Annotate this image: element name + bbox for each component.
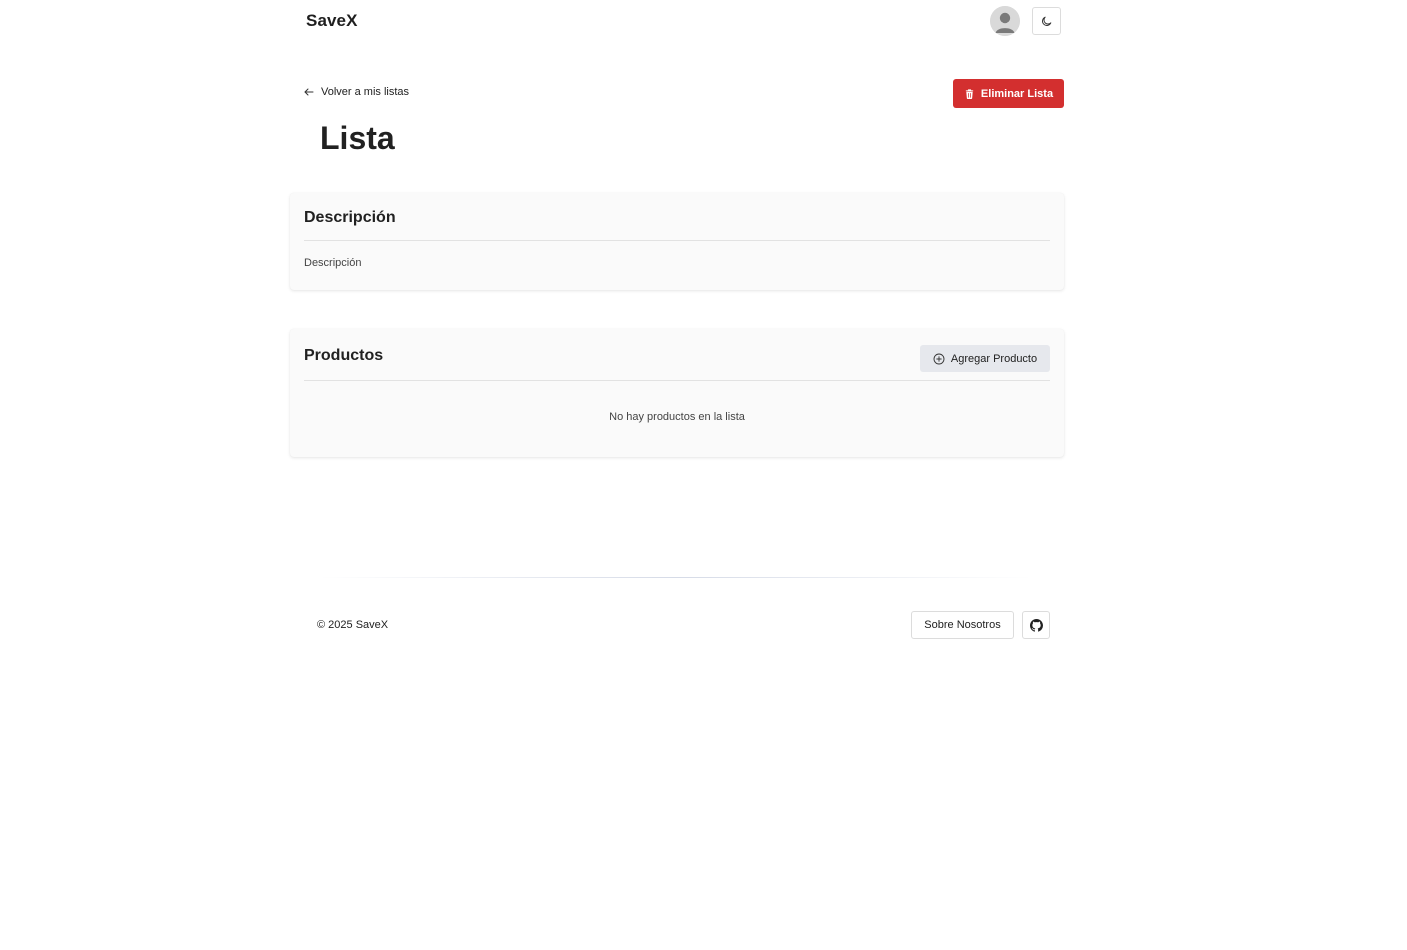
plus-circle-icon: [933, 353, 945, 364]
account-circle-icon: [990, 6, 1020, 36]
github-icon: [1029, 618, 1043, 632]
add-product-label: Agregar Producto: [950, 352, 1038, 365]
products-card-title: Productos: [304, 347, 384, 364]
products-divider: [304, 380, 1050, 381]
app-header: SaveX: [0, 0, 1407, 44]
back-to-lists-link[interactable]: Volver a mis listas: [303, 84, 409, 100]
moon-icon: [1042, 16, 1052, 26]
description-card: Descripción Descripción: [290, 193, 1064, 290]
description-text: Descripción: [304, 257, 362, 269]
description-divider: [304, 240, 1050, 241]
footer-copyright: © 2025 SaveX: [317, 619, 389, 631]
delete-list-label: Eliminar Lista: [980, 87, 1054, 100]
products-card: Productos Agregar Producto No hay produc…: [290, 329, 1064, 457]
theme-toggle-button[interactable]: [1032, 7, 1061, 35]
brand-logo[interactable]: SaveX: [306, 11, 358, 31]
back-link-label: Volver a mis listas: [321, 86, 410, 98]
delete-list-button[interactable]: Eliminar Lista: [953, 79, 1064, 108]
arrow-left-icon: [304, 88, 314, 96]
trash-icon: [965, 88, 974, 99]
about-us-button[interactable]: Sobre Nosotros: [911, 611, 1014, 639]
user-avatar-button[interactable]: [990, 6, 1020, 36]
page-title: Lista: [320, 120, 395, 156]
empty-products-message: No hay productos en la lista: [609, 411, 745, 423]
add-product-button[interactable]: Agregar Producto: [920, 345, 1050, 372]
description-card-title: Descripción: [304, 209, 396, 226]
footer-divider: [320, 577, 1032, 578]
github-link-button[interactable]: [1022, 611, 1050, 639]
